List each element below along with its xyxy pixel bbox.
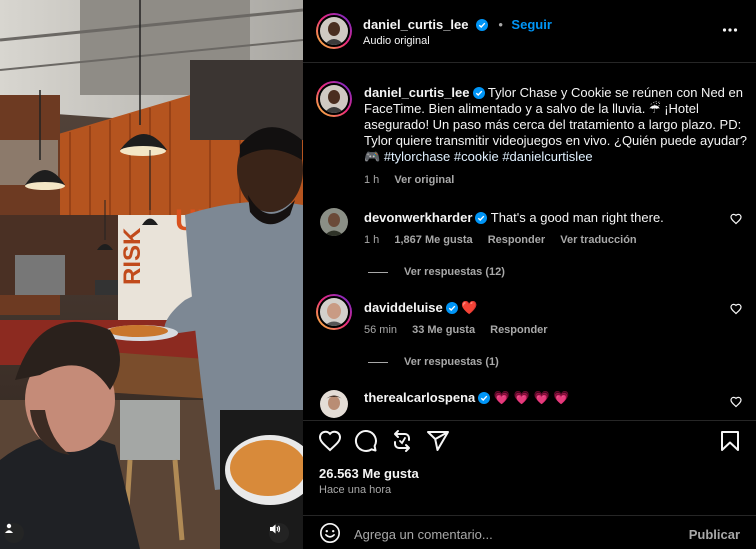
verified-icon (475, 212, 488, 224)
commenter-avatar[interactable] (316, 294, 352, 330)
send-icon[interactable] (426, 429, 450, 453)
caption-meta: 1 h Ver original (364, 174, 466, 186)
more-options-icon[interactable] (722, 22, 738, 38)
commenter-username[interactable]: daviddeluise (364, 300, 443, 315)
video-frame: RISK UN (0, 0, 303, 549)
comment-likes[interactable]: 1,867 Me gusta (394, 234, 472, 246)
commenter-avatar[interactable] (320, 208, 348, 236)
verified-icon (478, 392, 491, 404)
avatar-portrait (320, 390, 348, 418)
reply-button[interactable]: Responder (488, 234, 545, 246)
caption-time: 1 h (364, 174, 380, 186)
caption-line-1: Tylor Chase y Cookie se reúnen con Ned e… (487, 85, 743, 100)
sound-icon (270, 524, 281, 534)
post-details-panel: daniel_curtis_lee • Seguir Audio origina… (303, 0, 756, 549)
verified-icon (472, 87, 485, 99)
view-replies-button[interactable]: Ver respuestas (1) (368, 356, 499, 368)
view-replies-label: Ver respuestas (12) (404, 266, 505, 278)
reply-button[interactable]: Responder (490, 324, 547, 336)
comment-time: 1 h (364, 234, 380, 246)
comment-likes[interactable]: 33 Me gusta (412, 324, 475, 336)
caption-emoji: 🎮 (364, 149, 381, 164)
verified-icon (475, 19, 488, 31)
caption-hashtags[interactable]: #tylorchase #cookie #danielcurtislee (384, 149, 593, 164)
author-avatar[interactable] (316, 13, 352, 49)
comment-icon[interactable] (354, 429, 378, 453)
commenter-username[interactable]: therealcarlospena (364, 390, 475, 405)
avatar-portrait (320, 85, 348, 113)
author-line: daniel_curtis_lee • Seguir (363, 16, 552, 34)
separator-dot: • (498, 17, 503, 32)
view-replies-button[interactable]: Ver respuestas (12) (368, 266, 505, 278)
caption-line-2: FaceTime. Bien alimentado y a salvo de l… (364, 101, 699, 116)
post-timestamp: Hace una hora (319, 484, 392, 496)
avatar-portrait (320, 298, 348, 326)
comment-text: ❤️ (461, 300, 478, 315)
comment-body: daviddeluise ❤️ (364, 300, 478, 316)
comment-meta: 56 min 33 Me gusta Responder (364, 324, 560, 336)
commenter-avatar[interactable] (320, 390, 348, 418)
like-comment-icon[interactable] (730, 303, 742, 315)
comment-input[interactable] (354, 525, 674, 543)
post-header: daniel_curtis_lee • Seguir Audio origina… (303, 0, 756, 63)
replies-divider (368, 361, 388, 363)
post-media[interactable]: RISK UN (0, 0, 303, 549)
user-icon (5, 523, 13, 533)
see-translation-link[interactable]: Ver traducción (560, 234, 636, 246)
follow-button[interactable]: Seguir (511, 17, 551, 32)
comment-body: therealcarlospena 💗 💗 💗 💗 (364, 390, 570, 406)
view-replies-label: Ver respuestas (1) (404, 356, 499, 368)
like-count[interactable]: 26.563 Me gusta (319, 466, 419, 481)
comment-text: That's a good man right there. (490, 210, 664, 225)
comment-body: devonwerkharder That's a good man right … (364, 210, 664, 226)
caption-text: daniel_curtis_lee Tylor Chase y Cookie s… (364, 85, 747, 165)
see-original-link[interactable]: Ver original (394, 174, 454, 186)
comments-list[interactable]: daniel_curtis_lee Tylor Chase y Cookie s… (303, 64, 756, 420)
tagged-users-button[interactable] (4, 523, 24, 543)
commenter-username[interactable]: devonwerkharder (364, 210, 472, 225)
bookmark-icon[interactable] (718, 429, 742, 453)
verified-icon (445, 302, 458, 314)
mute-toggle-button[interactable] (269, 523, 289, 543)
caption-line-3: asegurado! Un paso más cerca del tratami… (364, 117, 742, 132)
replies-divider (368, 271, 388, 273)
comment-time: 56 min (364, 324, 398, 336)
author-username[interactable]: daniel_curtis_lee (363, 17, 469, 32)
avatar-portrait (320, 208, 348, 236)
post-actions: 26.563 Me gusta Hace una hora (303, 420, 756, 515)
heart-icon[interactable] (318, 429, 342, 453)
share-icon[interactable] (390, 429, 414, 453)
comment-meta: 1 h 1,867 Me gusta Responder Ver traducc… (364, 234, 649, 246)
comment-composer: Publicar (303, 515, 756, 549)
audio-label[interactable]: Audio original (363, 35, 430, 47)
caption-avatar[interactable] (316, 81, 352, 117)
emoji-icon[interactable] (319, 522, 341, 544)
avatar-portrait (320, 17, 348, 45)
comment-text: 💗 💗 💗 💗 (493, 390, 570, 405)
like-comment-icon[interactable] (730, 396, 742, 408)
like-comment-icon[interactable] (730, 213, 742, 225)
publish-button[interactable]: Publicar (689, 527, 740, 542)
caption-line-4: Tylor quiere transmitir videojuegos en v… (364, 133, 747, 148)
svg-text:RISK: RISK (119, 227, 146, 285)
caption-username[interactable]: daniel_curtis_lee (364, 85, 470, 100)
